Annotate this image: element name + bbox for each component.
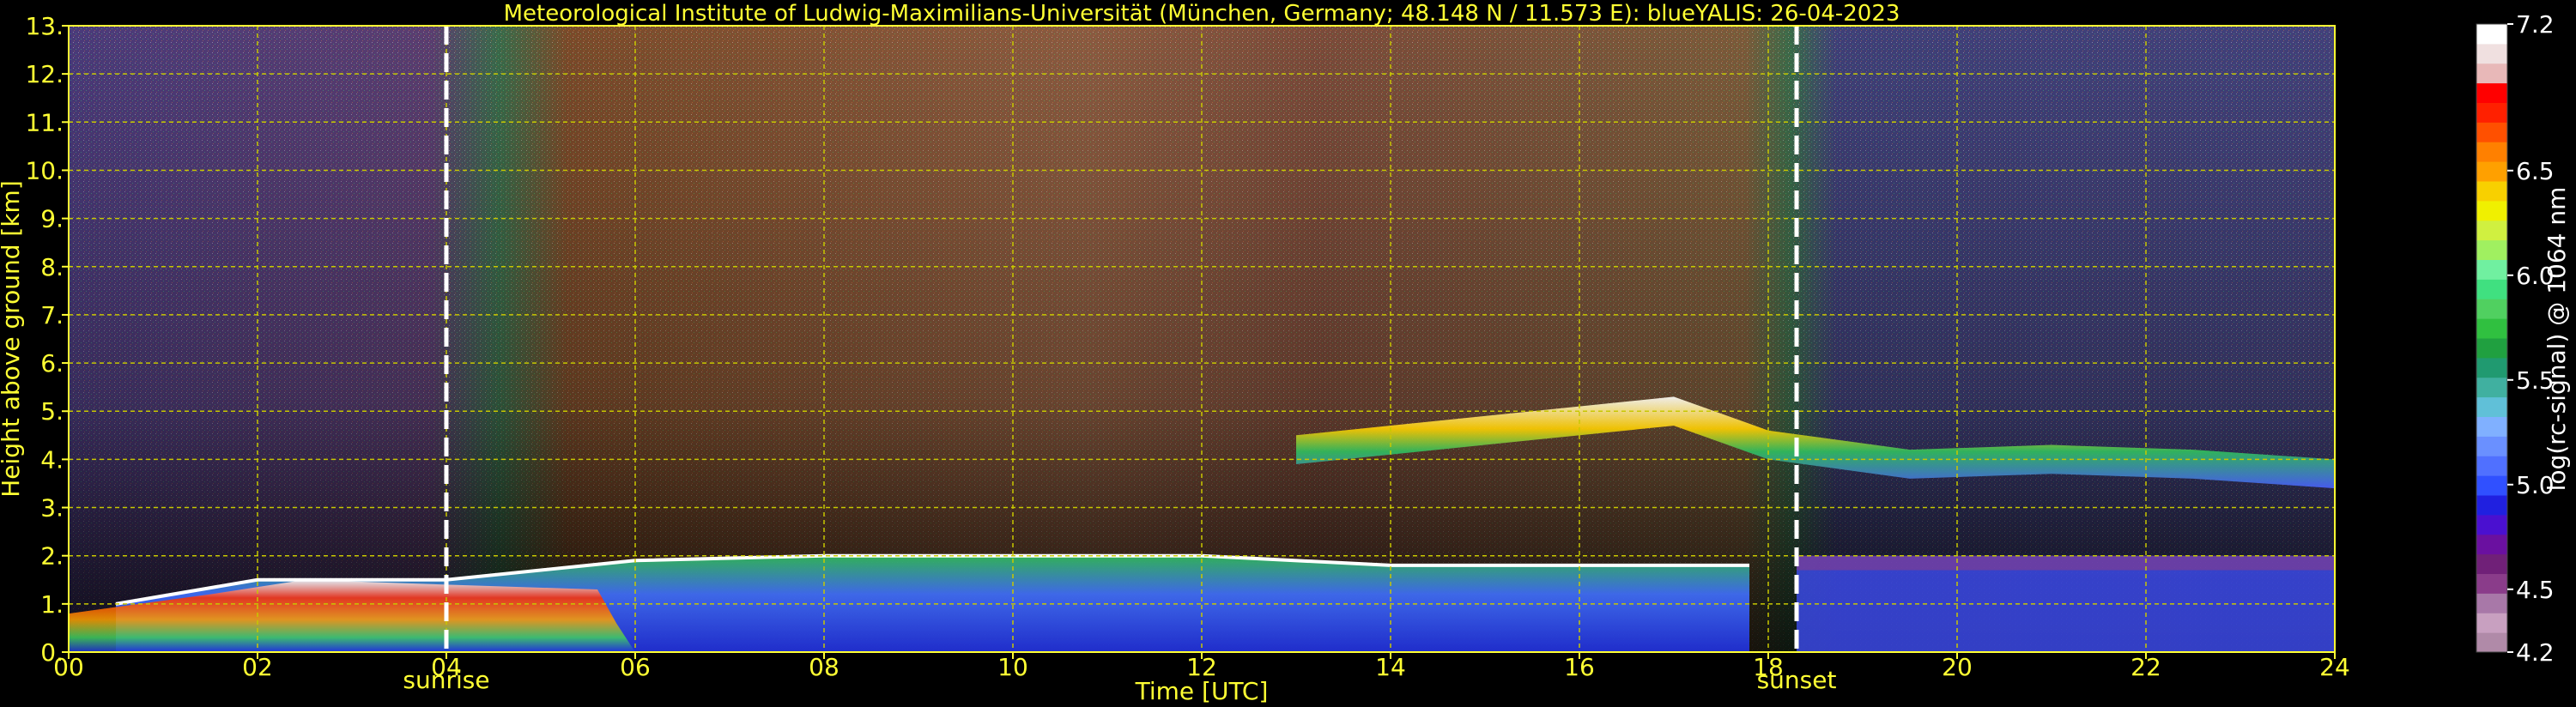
colorbar-segment bbox=[2476, 142, 2507, 162]
colorbar-segment bbox=[2476, 82, 2507, 103]
colorbar-segment bbox=[2476, 534, 2507, 555]
x-tick-label: 18 bbox=[1753, 653, 1784, 681]
colorbar-tick-label: 7.2 bbox=[2516, 10, 2555, 39]
x-tick-label: 24 bbox=[2319, 653, 2350, 681]
y-tick-label: 11. bbox=[25, 108, 64, 136]
colorbar-segment bbox=[2476, 396, 2507, 417]
colorbar-tick-label: 6.5 bbox=[2516, 157, 2555, 185]
colorbar-segment bbox=[2476, 377, 2507, 398]
y-tick-label: 4. bbox=[40, 445, 64, 474]
x-tick-label: 14 bbox=[1375, 653, 1406, 681]
x-tick-label: 08 bbox=[809, 653, 839, 681]
colorbar-segment bbox=[2476, 613, 2507, 633]
x-tick-label: 06 bbox=[620, 653, 651, 681]
colorbar-segment bbox=[2476, 63, 2507, 84]
x-tick-label: 20 bbox=[1942, 653, 1973, 681]
colorbar-segment bbox=[2476, 357, 2507, 378]
colorbar-segment bbox=[2476, 436, 2507, 456]
colorbar-segment bbox=[2476, 259, 2507, 280]
x-tick-label: 02 bbox=[242, 653, 273, 681]
y-tick-label: 5. bbox=[40, 397, 64, 426]
y-tick-label: 10. bbox=[25, 156, 64, 184]
y-tick-label: 7. bbox=[40, 301, 64, 329]
colorbar-tick-label: 4.5 bbox=[2516, 576, 2555, 604]
x-tick-label: 22 bbox=[2131, 653, 2161, 681]
chart-title: Meteorological Institute of Ludwig-Maxim… bbox=[504, 1, 1900, 27]
colorbar-segment bbox=[2476, 475, 2507, 496]
colorbar-segment bbox=[2476, 456, 2507, 476]
colorbar-segment bbox=[2476, 338, 2507, 359]
colorbar-segment bbox=[2476, 279, 2507, 299]
colorbar-segment bbox=[2476, 43, 2507, 64]
colorbar-segment bbox=[2476, 593, 2507, 613]
colorbar-segment bbox=[2476, 239, 2507, 260]
colorbar-segment bbox=[2476, 573, 2507, 594]
colorbar-segment bbox=[2476, 299, 2507, 319]
colorbar-segment bbox=[2476, 416, 2507, 437]
x-tick-label: 10 bbox=[997, 653, 1028, 681]
x-tick-label: 16 bbox=[1564, 653, 1595, 681]
y-tick-label: 0. bbox=[40, 638, 64, 667]
y-tick-label: 9. bbox=[40, 205, 64, 233]
x-tick-label: 04 bbox=[431, 653, 462, 681]
y-tick-label: 3. bbox=[40, 494, 64, 523]
lidar-chart: sunrise sunset00 02 04 06 08 10 12 14 16 18 20 22 240… bbox=[0, 1, 2571, 705]
y-tick-label: 8. bbox=[40, 253, 64, 281]
residual-layer-top bbox=[1797, 555, 2335, 571]
colorbar-segment bbox=[2476, 102, 2507, 123]
colorbar-segment bbox=[2476, 495, 2507, 516]
colorbar-segment bbox=[2476, 318, 2507, 339]
y-tick-label: 1. bbox=[40, 590, 64, 619]
y-tick-label: 13. bbox=[25, 12, 64, 40]
colorbar-segment bbox=[2476, 161, 2507, 182]
colorbar-segment bbox=[2476, 220, 2507, 241]
x-axis-label: Time [UTC] bbox=[1135, 677, 1269, 705]
colorbar-segment bbox=[2476, 24, 2507, 45]
colorbar-segment bbox=[2476, 122, 2507, 142]
colorbar-segment bbox=[2476, 200, 2507, 221]
y-tick-label: 12. bbox=[25, 60, 64, 88]
colorbar-segment bbox=[2476, 632, 2507, 653]
colorbar-label: log(rc-signal) @ 1064 nm bbox=[2543, 187, 2571, 492]
colorbar-segment bbox=[2476, 181, 2507, 202]
y-tick-label: 6. bbox=[40, 349, 64, 378]
colorbar-segment bbox=[2476, 514, 2507, 535]
colorbar-tick-label: 4.2 bbox=[2516, 638, 2555, 667]
colorbar-segment bbox=[2476, 553, 2507, 574]
y-tick-label: 2. bbox=[40, 542, 64, 571]
y-axis-label: Height above ground [km] bbox=[0, 180, 25, 498]
